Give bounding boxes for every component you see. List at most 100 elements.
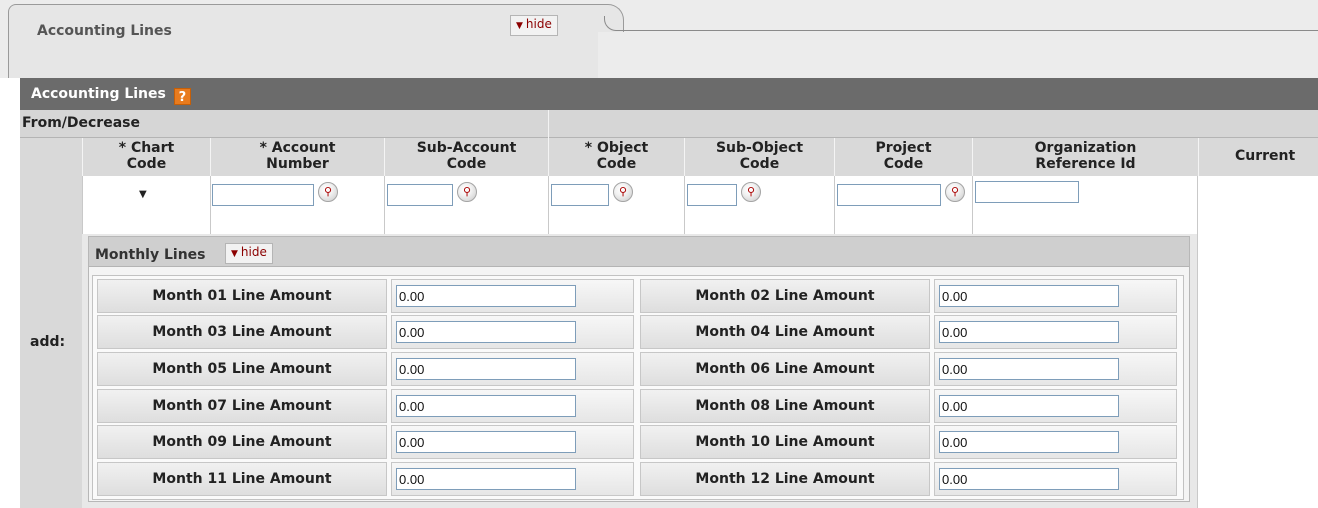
header-line: Sub-Object [715,140,804,156]
month-07-label: Month 07 Line Amount [97,389,387,423]
month-01-cell [391,279,634,313]
object-code-lookup-icon[interactable]: ⚲ [613,182,633,202]
account-number-lookup-icon[interactable]: ⚲ [318,182,338,202]
tab-title: Accounting Lines [37,23,172,39]
sub-object-code-lookup-icon[interactable]: ⚲ [741,182,761,202]
month-05-label: Month 05 Line Amount [97,352,387,386]
month-12-label: Month 12 Line Amount [640,462,930,496]
month-06-label: Month 06 Line Amount [640,352,930,386]
project-code-lookup-icon[interactable]: ⚲ [945,182,965,202]
header-line: Code [596,156,637,172]
project-code-input[interactable] [837,184,941,206]
month-03-label: Month 03 Line Amount [97,315,387,349]
header-line: Code [126,156,167,172]
cell-border [548,176,549,234]
month-09-input[interactable] [396,431,576,453]
month-07-input[interactable] [396,395,576,417]
header-line: Project [875,140,932,156]
from-decrease-row: From/Decrease [20,110,1318,138]
header-project-code: Project Code [834,138,972,176]
monthly-hide-button[interactable]: ▼ hide [225,243,273,264]
month-09-cell [391,425,634,459]
tab-line [620,30,1318,31]
month-04-label: Month 04 Line Amount [640,315,930,349]
chevron-down-icon: ▼ [139,189,147,200]
header-line: Code [739,156,780,172]
month-01-label: Month 01 Line Amount [97,279,387,313]
current-amount-column [1197,176,1318,508]
sub-account-code-input[interactable] [387,184,453,206]
month-10-cell [934,425,1177,459]
header-chart-code: * Chart Code [82,138,210,176]
section-header: Accounting Lines? [20,78,1318,110]
month-06-input[interactable] [939,358,1119,380]
cell-border [834,176,835,234]
month-11-cell [391,462,634,496]
month-11-label: Month 11 Line Amount [97,462,387,496]
month-01-input[interactable] [396,285,576,307]
cell-border [82,176,83,234]
divider [548,110,549,138]
monthly-hide-label: hide [240,245,267,259]
from-decrease-label: From/Decrease [22,115,140,131]
section-title: Accounting Lines [31,86,166,102]
header-sub-object-code: Sub-Object Code [684,138,834,176]
month-08-cell [934,389,1177,423]
object-code-input[interactable] [551,184,609,206]
month-12-input[interactable] [939,468,1119,490]
cell-border [972,176,973,234]
month-02-input[interactable] [939,285,1119,307]
header-line: * Account [259,140,336,156]
month-03-cell [391,315,634,349]
header-line: Organization [1034,140,1137,156]
month-05-input[interactable] [396,358,576,380]
header-current-amount: Current [1198,138,1318,176]
month-03-input[interactable] [396,321,576,343]
month-09-label: Month 09 Line Amount [97,425,387,459]
month-10-input[interactable] [939,431,1119,453]
add-label: add: [30,334,66,350]
organization-reference-id-input[interactable] [975,181,1079,203]
month-11-input[interactable] [396,468,576,490]
header-object-code: * Object Code [548,138,684,176]
help-icon[interactable]: ? [173,88,191,105]
month-12-cell [934,462,1177,496]
sub-account-code-lookup-icon[interactable]: ⚲ [457,182,477,202]
header-account-number: * Account Number [210,138,384,176]
sub-object-code-input[interactable] [687,184,737,206]
month-08-label: Month 08 Line Amount [640,389,930,423]
triangle-down-icon: ▼ [516,21,523,31]
header-line: Number [266,156,329,172]
column-headers: * Chart Code * Account Number Sub-Account C… [20,138,1318,176]
tab-bar: Accounting Lines ▼ hide [0,0,1318,78]
account-number-input[interactable] [212,184,314,206]
month-07-cell [391,389,634,423]
cell-border [384,176,385,234]
accounting-line-input-row: ▼ ⚲ ⚲ ⚲ ⚲ ⚲ [20,176,1318,234]
header-line: Reference Id [1035,156,1136,172]
header-line: * Object [584,140,649,156]
month-04-cell [934,315,1177,349]
month-05-cell [391,352,634,386]
header-line: Current [1235,148,1296,164]
monthly-lines-header: Monthly Lines ▼ hide [89,237,1189,267]
header-line: * Chart [118,140,175,156]
chart-code-select[interactable]: ▼ [88,184,158,206]
month-02-cell [934,279,1177,313]
header-line: Code [446,156,487,172]
accounting-lines-tab[interactable]: Accounting Lines ▼ hide [8,4,598,78]
header-line: Code [883,156,924,172]
tab-hide-button[interactable]: ▼ hide [510,15,558,36]
header-line: Sub-Account [416,140,517,156]
month-04-input[interactable] [939,321,1119,343]
month-02-label: Month 02 Line Amount [640,279,930,313]
cell-border [684,176,685,234]
monthly-lines-title: Monthly Lines [95,247,206,263]
cell-border [210,176,211,234]
month-08-input[interactable] [939,395,1119,417]
header-sub-account-code: Sub-Account Code [384,138,548,176]
month-06-cell [934,352,1177,386]
tab-hide-label: hide [525,17,552,31]
triangle-down-icon: ▼ [231,249,238,259]
header-organization-reference-id: Organization Reference Id [972,138,1198,176]
